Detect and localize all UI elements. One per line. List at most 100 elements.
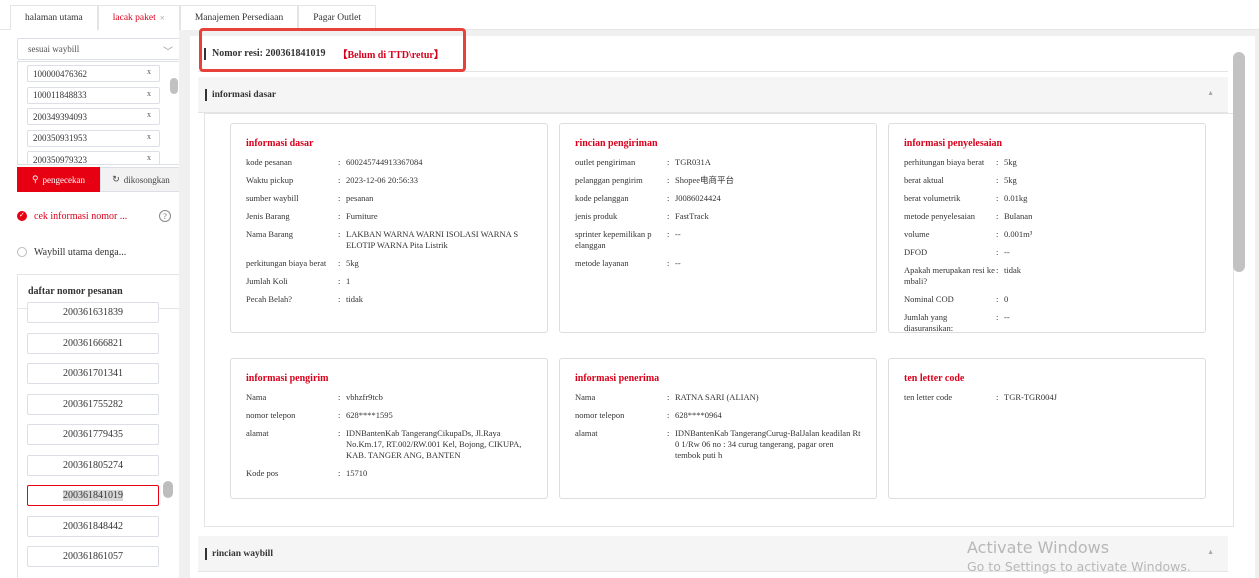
waybill-tag[interactable]: 200349394093 x bbox=[27, 108, 160, 125]
info-key: volume bbox=[904, 229, 930, 239]
waybill-list-scrollbar[interactable] bbox=[170, 78, 178, 94]
waybill-tag[interactable]: 100011848833 x bbox=[27, 86, 160, 104]
info-row: perhitungan biaya berat:5kg bbox=[904, 157, 1190, 168]
info-row: berat aktual:5kg bbox=[904, 175, 1190, 186]
info-value: 5kg bbox=[1004, 157, 1017, 167]
tab-0[interactable]: halaman utama bbox=[10, 5, 98, 30]
info-value: 15710 bbox=[346, 468, 368, 478]
info-colon: : bbox=[338, 468, 341, 478]
radio-check-info[interactable]: cek informasi nomor ... bbox=[17, 208, 127, 224]
info-colon: : bbox=[996, 294, 999, 304]
info-row: Jumlah yang diasuransikan:: -- bbox=[904, 312, 1190, 334]
info-row: ten letter code: TGR-TGR004J bbox=[904, 392, 1190, 403]
remove-icon[interactable]: x bbox=[147, 110, 151, 119]
info-value: 0 bbox=[1004, 294, 1009, 304]
waybill-tag-value: 100011848833 bbox=[33, 90, 87, 100]
top-tab-bar: halaman utama lacak paket × Manajemen Perse… bbox=[0, 0, 1259, 30]
order-list-item[interactable]: 200361848442 bbox=[27, 515, 159, 537]
info-key: perkitungan biaya berat bbox=[246, 258, 327, 268]
info-key: metode penyelesaian bbox=[904, 211, 976, 221]
info-key: Jumlah yang diasuransikan: bbox=[904, 312, 954, 333]
order-list-item[interactable]: 200361755282 bbox=[27, 393, 159, 415]
activation-subtitle: Go to Settings to activate Windows. bbox=[967, 559, 1191, 574]
info-colon: : bbox=[338, 294, 341, 304]
section-header-basic[interactable]: informasi dasar ▲ bbox=[198, 77, 1228, 113]
info-colon: : bbox=[996, 392, 999, 402]
info-value: -- bbox=[1004, 247, 1010, 257]
info-value: Bulanan bbox=[1004, 211, 1033, 221]
order-number: 200361666821 bbox=[63, 337, 123, 349]
order-number: 200361755282 bbox=[63, 398, 123, 410]
tab-3[interactable]: Pagar Outlet bbox=[298, 5, 376, 30]
collapse-caret-icon[interactable]: ▲ bbox=[1207, 548, 1214, 556]
tab-1[interactable]: lacak paket × bbox=[97, 5, 180, 30]
main-scrollbar[interactable] bbox=[1233, 52, 1245, 272]
info-row: pelanggan pengirim: Shopee电商平台 bbox=[575, 175, 861, 186]
waybill-tag[interactable]: 200350931953 x bbox=[27, 129, 160, 147]
info-row: sprinter kepemilikan p elanggan: -- bbox=[575, 229, 861, 251]
info-colon: : bbox=[667, 410, 670, 420]
info-row: nomor telepon:628****1595 bbox=[246, 410, 532, 421]
info-key: Nama bbox=[575, 392, 596, 402]
info-key: nomor telepon bbox=[575, 410, 625, 420]
search-type-select[interactable]: sesuai waybill ﹀ bbox=[17, 38, 182, 60]
info-value: Furniture bbox=[346, 211, 378, 221]
basic-info-content: informasi dasar kode pesanan:60024574491… bbox=[204, 113, 1234, 527]
info-row: berat volumetrik:0.01kg bbox=[904, 193, 1190, 204]
info-colon: : bbox=[338, 392, 341, 402]
order-list-item[interactable]: 200361701341 bbox=[27, 363, 159, 384]
order-number: 200361701341 bbox=[63, 368, 123, 379]
info-value: -- bbox=[675, 258, 681, 268]
tab-2[interactable]: Manajemen Persediaan bbox=[179, 5, 299, 30]
info-colon: : bbox=[667, 229, 670, 239]
info-key: Waktu pickup bbox=[246, 175, 294, 185]
close-icon[interactable]: × bbox=[160, 13, 165, 23]
info-row: nomor telepon:628****0964 bbox=[575, 410, 861, 421]
remove-icon[interactable]: x bbox=[147, 153, 151, 162]
info-row: perkitungan biaya berat:5kg bbox=[246, 258, 532, 269]
order-number: 200361805274 bbox=[63, 459, 123, 471]
waybill-input-list[interactable]: 100000476362 x 100011848833 x 200349394093 x 2… bbox=[17, 61, 182, 165]
info-colon: : bbox=[667, 211, 670, 221]
info-row: alamat: IDNBantenKab TangerangCikupaDs, J… bbox=[246, 428, 532, 461]
section-marker bbox=[205, 89, 207, 101]
info-row: Pecah Belah?: tidak bbox=[246, 294, 532, 305]
waybill-tag-value: 100000476362 bbox=[33, 68, 87, 79]
order-list-item[interactable]: 200361779435 bbox=[27, 424, 159, 445]
collapse-caret-icon[interactable]: ▲ bbox=[1207, 89, 1214, 97]
refresh-icon: ↻ bbox=[112, 174, 120, 184]
info-value: -- bbox=[1004, 312, 1010, 322]
radio-unselected-icon bbox=[17, 247, 27, 257]
waybill-tag[interactable]: 100000476362 x bbox=[27, 65, 160, 82]
activation-title: Activate Windows bbox=[967, 538, 1110, 557]
order-list-item[interactable]: 200361631839 bbox=[27, 302, 159, 323]
info-row: Nama: RATNA SARI (ALIAN) bbox=[575, 392, 861, 403]
waybill-tag[interactable]: 200350979323 x bbox=[27, 151, 160, 164]
help-icon[interactable]: ? bbox=[159, 210, 171, 222]
info-key: Kode pos bbox=[246, 468, 279, 478]
info-key: alamat bbox=[575, 428, 598, 438]
order-list-scrollbar[interactable] bbox=[163, 481, 173, 498]
remove-icon[interactable]: x bbox=[147, 89, 151, 98]
info-key: Nama Barang bbox=[246, 229, 293, 239]
clear-button[interactable]: ↻ dikosongkan bbox=[100, 167, 182, 192]
info-row: alamat: IDNBantenKab TangerangCurug-BalJa… bbox=[575, 428, 861, 461]
info-key: perhitungan biaya berat bbox=[904, 157, 985, 167]
info-value: 0.01kg bbox=[1004, 193, 1028, 203]
remove-icon[interactable]: x bbox=[147, 67, 151, 76]
order-list-item[interactable]: 200361841019 bbox=[27, 485, 159, 506]
info-value: 628****1595 bbox=[346, 410, 393, 420]
radio-master-waybill[interactable]: Waybill utama denga... bbox=[17, 244, 126, 260]
info-value: J0086024424 bbox=[675, 193, 721, 203]
order-list-item[interactable]: 200361861057 bbox=[27, 546, 159, 567]
order-number: 200361841019 bbox=[63, 490, 123, 501]
info-colon: : bbox=[996, 157, 999, 167]
info-colon: : bbox=[667, 193, 670, 203]
order-list-item[interactable]: 200361666821 bbox=[27, 332, 159, 354]
check-button[interactable]: ⚲ pengecekan bbox=[17, 167, 100, 192]
info-key: ten letter code bbox=[904, 392, 953, 402]
remove-icon[interactable]: x bbox=[147, 132, 151, 141]
info-value: TGR-TGR004J bbox=[1004, 392, 1057, 402]
info-key: berat volumetrik bbox=[904, 193, 961, 203]
order-list-item[interactable]: 200361805274 bbox=[27, 454, 159, 476]
